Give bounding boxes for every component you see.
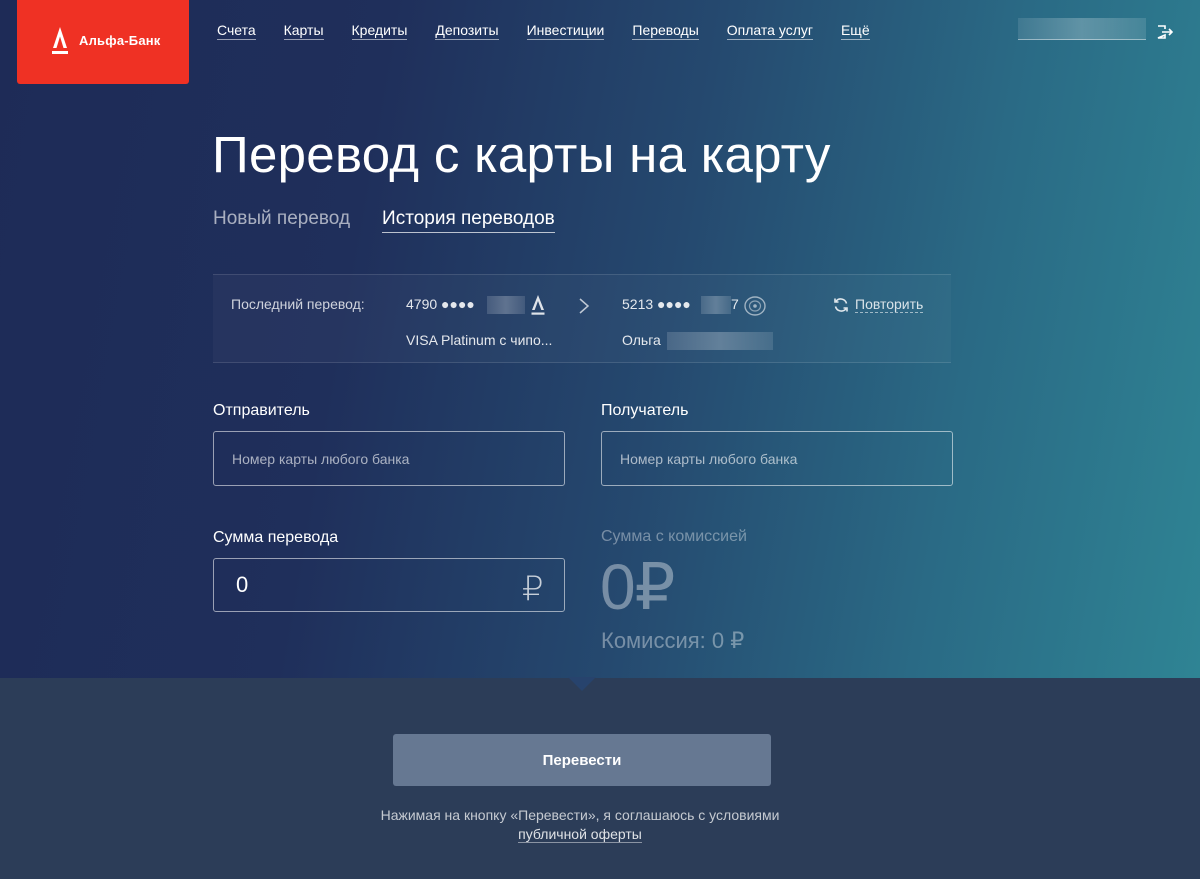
tab-transfer-history[interactable]: История переводов: [382, 208, 555, 233]
terms-text: Нажимая на кнопку «Перевести», я соглаша…: [380, 807, 780, 823]
last-transfer-panel: Последний перевод: 4790 ●●●● VISA Platin…: [213, 274, 951, 363]
alfa-bank-icon: [531, 295, 545, 315]
nav-item-investments[interactable]: Инвестиции: [526, 22, 605, 40]
section-divider-notch: [568, 677, 596, 691]
page-title: Перевод с карты на карту: [212, 126, 831, 183]
to-card-redacted: [701, 296, 731, 314]
commission-total-value: 0₽: [600, 551, 675, 623]
sender-card-input[interactable]: [213, 431, 565, 486]
nav-item-transfers[interactable]: Переводы: [632, 22, 699, 40]
to-card-number: 5213 ●●●●: [622, 296, 691, 312]
hero-section: Альфа-Банк Счета Карты Кредиты Депозиты …: [0, 0, 1200, 678]
to-holder-redacted: [667, 332, 773, 350]
public-offer-link[interactable]: публичной оферты: [518, 826, 642, 843]
nav-item-payments[interactable]: Оплата услуг: [726, 22, 813, 40]
recipient-label: Получатель: [601, 402, 689, 419]
repeat-transfer-button[interactable]: Повторить: [833, 296, 924, 313]
to-card-tail: 7: [731, 296, 739, 312]
from-card-description: VISA Platinum с чипо...: [406, 332, 553, 348]
recipient-card-input[interactable]: [601, 431, 953, 486]
sberbank-icon: [744, 296, 766, 316]
tab-new-transfer[interactable]: Новый перевод: [213, 208, 350, 233]
alfa-logo-icon: [52, 27, 68, 54]
nav-item-accounts[interactable]: Счета: [217, 22, 256, 40]
commission-total-label: Сумма с комиссией: [601, 528, 747, 545]
nav-item-cards[interactable]: Карты: [283, 22, 324, 40]
to-card-holder: Ольга: [622, 332, 661, 348]
sender-label: Отправитель: [213, 402, 310, 419]
brand-name: Альфа-Банк: [79, 33, 161, 48]
logout-icon[interactable]: [1157, 25, 1173, 39]
transfer-tabs: Новый перевод История переводов: [213, 208, 587, 233]
brand-logo[interactable]: Альфа-Банк: [17, 0, 189, 84]
terms-agreement: Нажимая на кнопку «Перевести», я соглаша…: [380, 806, 780, 844]
nav-item-more[interactable]: Ещё: [840, 22, 870, 40]
from-card-redacted: [487, 296, 525, 314]
last-transfer-label: Последний перевод:: [231, 296, 365, 312]
amount-label: Сумма перевода: [213, 529, 339, 546]
user-name-redacted[interactable]: [1018, 18, 1146, 40]
commission-fee: Комиссия: 0 ₽: [601, 628, 745, 653]
amount-input[interactable]: [213, 558, 565, 612]
ruble-icon: ₽: [522, 570, 544, 608]
nav-item-credits[interactable]: Кредиты: [351, 22, 408, 40]
transfer-button[interactable]: Перевести: [393, 734, 771, 786]
arrow-right-icon: [579, 298, 590, 314]
repeat-icon: [834, 297, 848, 312]
nav-item-deposits[interactable]: Депозиты: [435, 22, 499, 40]
repeat-label: Повторить: [855, 296, 924, 313]
main-nav: Счета Карты Кредиты Депозиты Инвестиции …: [217, 22, 898, 40]
from-card-number: 4790 ●●●●: [406, 296, 475, 312]
